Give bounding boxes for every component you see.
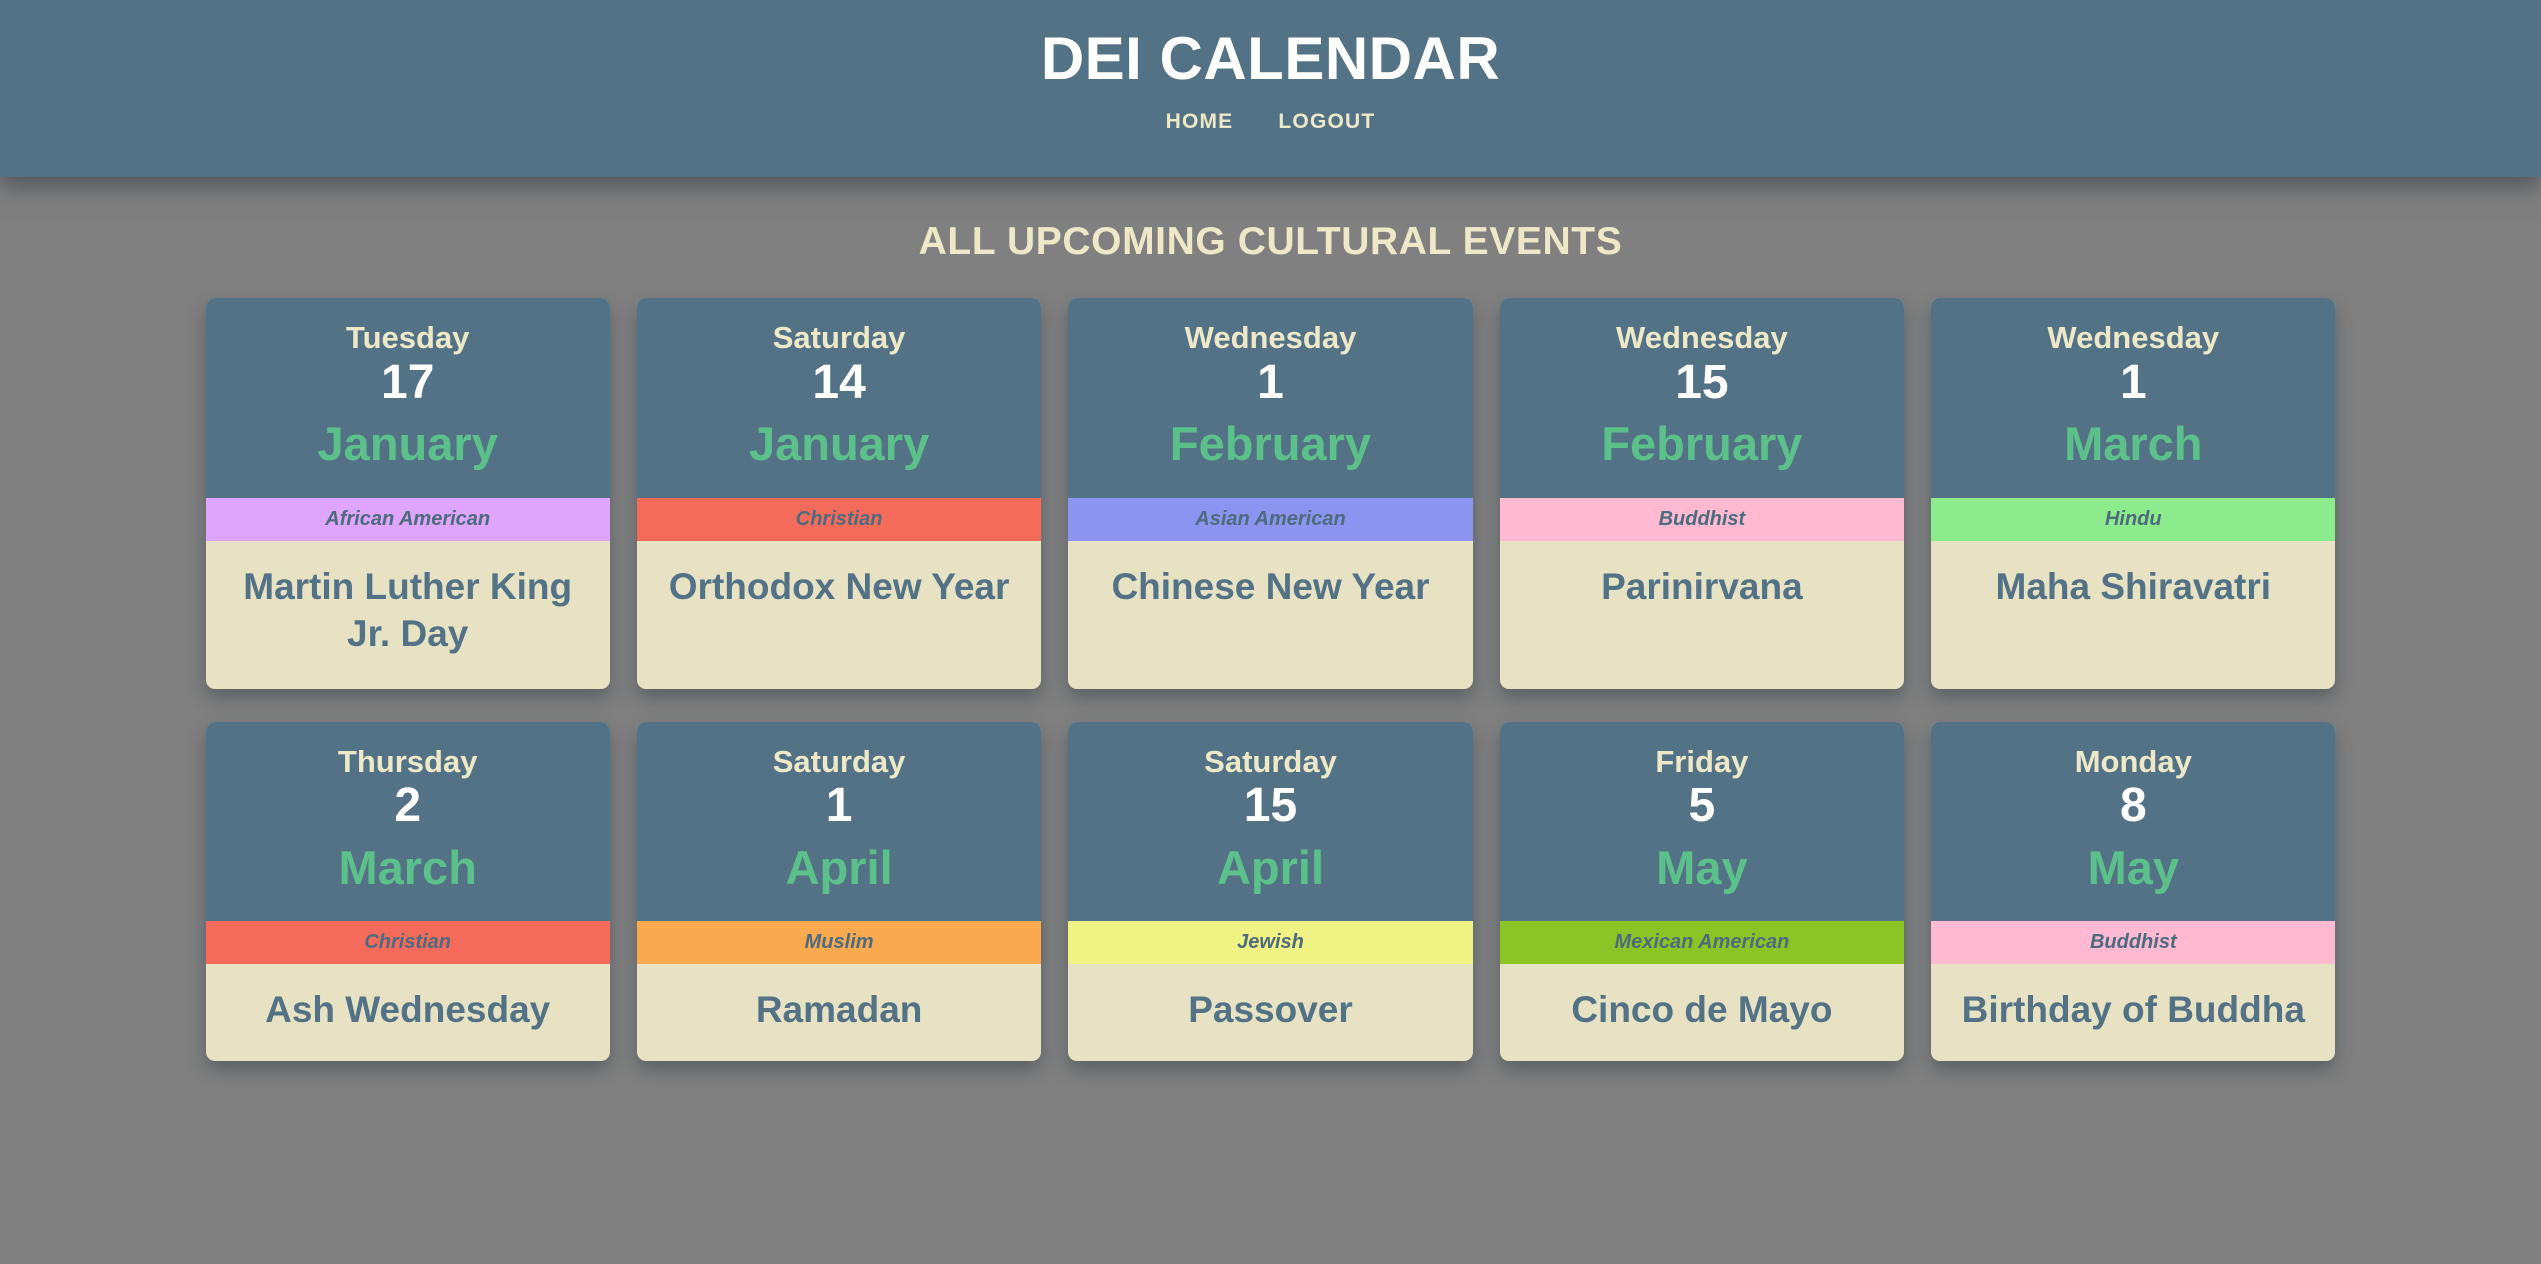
event-category-badge: Jewish <box>1068 921 1473 965</box>
event-month: January <box>748 417 930 471</box>
event-weekday: Saturday <box>1204 743 1337 779</box>
event-category-badge: Buddhist <box>1499 497 1905 541</box>
event-category-badge: African American <box>205 497 610 541</box>
event-weekday: Monday <box>2074 743 2192 779</box>
event-month: February <box>1601 417 1803 471</box>
event-card[interactable]: Friday 5 May Mexican American Cinco de Mayo <box>1499 721 1905 1062</box>
event-day: 2 <box>394 779 422 833</box>
event-day: 1 <box>825 779 853 833</box>
event-name: Cinco de Mayo <box>1571 989 1833 1031</box>
event-card[interactable]: Saturday 14 January Christian Orthodox New Y… <box>636 298 1042 689</box>
event-day: 14 <box>812 355 866 409</box>
event-card[interactable]: Saturday 1 April Muslim Ramadan <box>636 721 1042 1062</box>
event-card-date: Monday 8 May <box>1931 721 2336 922</box>
event-month: May <box>1656 840 1748 894</box>
event-weekday: Wednesday <box>2047 320 2220 355</box>
event-day: 5 <box>1688 779 1716 833</box>
event-card[interactable]: Tuesday 17 January African American Martin L… <box>205 298 610 689</box>
event-name: Parinirvana <box>1601 565 1803 607</box>
event-name: Ramadan <box>755 989 923 1031</box>
event-month: April <box>785 840 893 894</box>
event-card-date: Wednesday 1 February <box>1068 298 1473 498</box>
event-card-date: Saturday 15 April <box>1068 721 1473 922</box>
event-category-badge: Muslim <box>636 921 1042 965</box>
event-card[interactable]: Wednesday 1 March Hindu Maha Shiravatri <box>1931 298 2336 689</box>
page-title: ALL UPCOMING CULTURAL EVENTS <box>918 220 1623 263</box>
event-name: Chinese New Year <box>1111 565 1430 607</box>
event-name: Martin Luther King Jr. Day <box>243 565 573 654</box>
event-card[interactable]: Wednesday 15 February Buddhist Parinirvana <box>1499 298 1905 689</box>
event-card-date: Thursday 2 March <box>205 721 610 922</box>
event-category-badge: Hindu <box>1931 497 2336 541</box>
event-card-date: Friday 5 May <box>1499 721 1905 922</box>
event-card[interactable]: Saturday 15 April Jewish Passover <box>1068 721 1473 1062</box>
event-weekday: Tuesday <box>345 320 470 355</box>
event-month: March <box>338 840 477 894</box>
event-card-date: Tuesday 17 January <box>205 298 610 498</box>
event-card-date: Wednesday 1 March <box>1931 298 2336 498</box>
event-card-date: Saturday 1 April <box>636 721 1042 922</box>
site-title: DEI CALENDAR <box>1040 25 1501 92</box>
event-day: 1 <box>1257 355 1284 409</box>
event-weekday: Wednesday <box>1184 320 1357 355</box>
event-name: Passover <box>1188 989 1353 1031</box>
event-weekday: Thursday <box>337 743 478 779</box>
event-month: March <box>2064 417 2203 471</box>
event-name: Ash Wednesday <box>265 989 551 1031</box>
event-category-badge: Christian <box>205 921 610 965</box>
event-month: April <box>1216 840 1325 894</box>
event-day: 15 <box>1675 355 1729 409</box>
event-name: Maha Shiravatri <box>1995 565 2272 607</box>
event-day: 15 <box>1243 779 1298 833</box>
event-weekday: Friday <box>1655 743 1749 779</box>
event-name: Orthodox New Year <box>668 565 1010 607</box>
event-category-badge: Asian American <box>1068 497 1473 541</box>
events-grid: Tuesday 17 January African American Martin L… <box>205 298 2336 1062</box>
event-month: May <box>2087 840 2179 894</box>
event-day: 8 <box>2119 779 2147 833</box>
main-nav: HOME LOGOUT <box>0 110 2541 134</box>
event-category-badge: Buddhist <box>1931 921 2336 965</box>
event-name: Birthday of Buddha <box>1961 989 2305 1031</box>
nav-link-logout[interactable]: LOGOUT <box>1278 110 1375 134</box>
event-category-badge: Mexican American <box>1499 921 1905 965</box>
event-card[interactable]: Monday 8 May Buddhist Birthday of Buddha <box>1931 721 2336 1062</box>
site-header: DEI CALENDAR HOME LOGOUT <box>0 0 2541 177</box>
event-month: January <box>317 417 498 471</box>
event-weekday: Wednesday <box>1616 320 1788 355</box>
event-card-date: Saturday 14 January <box>636 298 1042 498</box>
event-card[interactable]: Wednesday 1 February Asian American Chinese … <box>1068 298 1473 689</box>
event-weekday: Saturday <box>772 320 906 355</box>
event-category-badge: Christian <box>636 497 1042 541</box>
event-card-date: Wednesday 15 February <box>1499 298 1905 498</box>
event-card[interactable]: Thursday 2 March Christian Ash Wednesday <box>205 721 610 1062</box>
nav-link-home[interactable]: HOME <box>1166 110 1234 134</box>
event-weekday: Saturday <box>772 743 906 779</box>
event-day: 1 <box>2119 355 2147 409</box>
event-month: February <box>1169 417 1372 471</box>
event-day: 17 <box>381 355 435 409</box>
